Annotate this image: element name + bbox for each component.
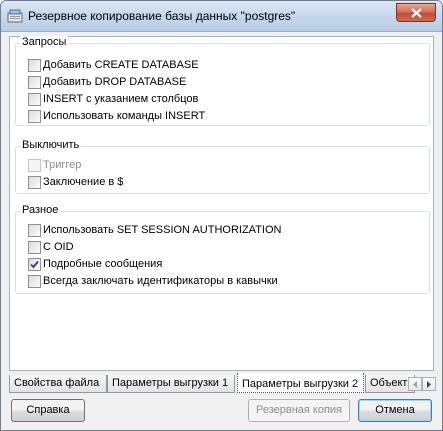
misc-group-title: Разное: [20, 204, 61, 216]
checkbox-box[interactable]: [28, 110, 41, 123]
tab-scroll-right-button[interactable]: [422, 377, 436, 391]
checkbox-label: Использовать команды INSERT: [43, 110, 206, 122]
arrow-left-icon: [413, 381, 417, 388]
checkbox-add-create-database[interactable]: Добавить CREATE DATABASE: [28, 59, 199, 75]
checkbox-box[interactable]: [28, 93, 41, 106]
disable-group: Выключить Триггер Заключение в $: [15, 139, 430, 194]
checkbox-box[interactable]: [28, 176, 41, 189]
checkbox-insert-with-columns[interactable]: INSERT с указанием столбцов: [28, 93, 198, 109]
tab-label: Параметры выгрузки 1: [112, 377, 229, 389]
arrow-right-icon: [427, 381, 431, 388]
close-button[interactable]: [396, 3, 436, 22]
tab-dump-options-2[interactable]: Параметры выгрузки 2: [237, 373, 364, 393]
checkbox-label: С OID: [43, 241, 74, 253]
backup-dialog: Резервное копирование базы данных "postg…: [0, 0, 443, 431]
disable-group-title: Выключить: [20, 139, 82, 151]
backup-button[interactable]: Резервная копия: [248, 399, 350, 422]
checkbox-box[interactable]: [28, 159, 41, 172]
tab-dump-options-1[interactable]: Параметры выгрузки 1: [107, 375, 235, 393]
checkbox-box[interactable]: [28, 76, 41, 89]
checkbox-label: Использовать SET SESSION AUTHORIZATION: [43, 224, 282, 236]
checkbox-label: Всегда заключать идентификаторы в кавычк…: [43, 275, 278, 287]
checkbox-label: Триггер: [43, 159, 82, 171]
tab-label: Свойства файла: [14, 377, 100, 389]
checkbox-box[interactable]: [28, 224, 41, 237]
checkbox-label: INSERT с указанием столбцов: [43, 93, 199, 105]
checkbox-label: Подробные сообщения: [43, 258, 163, 270]
checkmark-icon: [30, 260, 39, 269]
checkbox-box[interactable]: [28, 275, 41, 288]
checkbox-box[interactable]: [28, 241, 41, 254]
database-icon: [7, 9, 23, 23]
close-icon: [411, 8, 422, 18]
checkbox-quote-identifiers[interactable]: Всегда заключать идентификаторы в кавычк…: [28, 275, 278, 291]
window-title: Резервное копирование базы данных "postg…: [28, 9, 296, 23]
checkbox-trigger[interactable]: Триггер: [28, 159, 81, 175]
tab-scroll-left-button[interactable]: [408, 377, 422, 391]
checkbox-label: Добавить DROP DATABASE: [43, 76, 187, 88]
misc-group: Разное Использовать SET SESSION AUTHORIZ…: [15, 204, 430, 294]
tab-label: Параметры выгрузки 2: [242, 378, 359, 390]
checkbox-add-drop-database[interactable]: Добавить DROP DATABASE: [28, 76, 186, 92]
checkbox-box[interactable]: [28, 59, 41, 72]
checkbox-box[interactable]: [28, 258, 41, 271]
checkbox-use-insert-commands[interactable]: Использовать команды INSERT: [28, 110, 205, 126]
checkbox-with-oid[interactable]: С OID: [28, 241, 74, 257]
checkbox-verbose-messages[interactable]: Подробные сообщения: [28, 258, 162, 274]
checkbox-label: Добавить CREATE DATABASE: [43, 59, 199, 71]
checkbox-set-session-authorization[interactable]: Использовать SET SESSION AUTHORIZATION: [28, 224, 281, 240]
checkbox-label: Заключение в $: [43, 176, 124, 188]
tab-strip: Свойства файла Параметры выгрузки 1 Пара…: [9, 373, 437, 393]
title-bar[interactable]: Резервное копирование базы данных "postg…: [1, 1, 442, 32]
cancel-button[interactable]: Отмена: [358, 399, 432, 422]
checkbox-dollar-quoting[interactable]: Заключение в $: [28, 176, 123, 192]
queries-group: Запросы Добавить CREATE DATABASE Добавит…: [15, 36, 430, 126]
tab-file-properties[interactable]: Свойства файла: [9, 375, 107, 393]
help-button[interactable]: Справка: [11, 399, 85, 422]
queries-group-title: Запросы: [20, 36, 69, 48]
